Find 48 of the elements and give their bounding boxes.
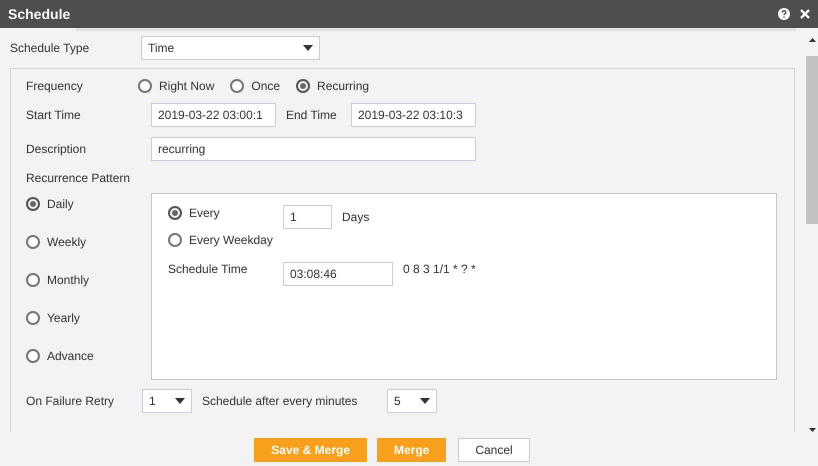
radio-icon[interactable] bbox=[168, 206, 182, 220]
unit-label: Days bbox=[342, 209, 370, 226]
radio-option[interactable]: Weekly bbox=[26, 233, 86, 251]
input-field[interactable]: 2019-03-22 03:10:3 bbox=[351, 103, 476, 127]
radio-option[interactable]: Once bbox=[230, 77, 280, 95]
caret-icon bbox=[175, 398, 185, 404]
radio-icon[interactable] bbox=[26, 349, 40, 363]
radio-option[interactable]: Yearly bbox=[26, 309, 80, 327]
close-icon[interactable] bbox=[800, 9, 810, 19]
input-field[interactable]: 1 bbox=[283, 205, 332, 229]
radio-option[interactable]: Monthly bbox=[26, 271, 90, 289]
radio-icon[interactable] bbox=[296, 79, 310, 93]
radio-icon[interactable] bbox=[26, 311, 40, 325]
radio-icon[interactable] bbox=[168, 233, 182, 247]
field-label: Schedule Type bbox=[10, 40, 90, 57]
radio-option[interactable]: Recurring bbox=[296, 77, 370, 95]
window-title: Schedule bbox=[8, 4, 72, 24]
dropdown[interactable]: 1 bbox=[142, 389, 192, 413]
input-field[interactable]: recurring bbox=[151, 137, 476, 161]
caret-icon bbox=[303, 45, 313, 51]
radio-option[interactable]: Advance bbox=[26, 347, 94, 365]
field-label: End Time bbox=[286, 107, 338, 124]
field-label: Recurrence Pattern bbox=[26, 170, 130, 187]
radio-icon[interactable] bbox=[26, 235, 40, 249]
scroll-up-icon[interactable] bbox=[808, 38, 816, 42]
input-field[interactable]: 03:08:46 bbox=[283, 262, 393, 286]
help-icon[interactable] bbox=[778, 8, 790, 20]
radio-icon[interactable] bbox=[138, 79, 152, 93]
dialog-button[interactable]: Cancel bbox=[458, 438, 530, 462]
scroll-down-icon[interactable] bbox=[808, 428, 816, 432]
field-label: Schedule Time bbox=[168, 261, 248, 278]
radio-icon[interactable] bbox=[26, 197, 40, 211]
radio-icon[interactable] bbox=[26, 273, 40, 287]
radio-option[interactable]: Right Now bbox=[138, 77, 214, 95]
radio-option[interactable]: Every Weekday bbox=[168, 231, 273, 249]
radio-icon[interactable] bbox=[230, 79, 244, 93]
dropdown[interactable]: Time bbox=[141, 36, 320, 60]
field-label: On Failure Retry bbox=[26, 393, 116, 410]
cron-expression: 0 8 3 1/1 * ? * bbox=[403, 261, 476, 278]
caret-icon bbox=[420, 398, 430, 404]
field-label: Schedule after every minutes bbox=[202, 393, 358, 410]
radio-option[interactable]: Every bbox=[168, 204, 283, 222]
dropdown[interactable]: 5 bbox=[387, 389, 437, 413]
field-label: Start Time bbox=[26, 107, 82, 124]
radio-option[interactable]: Daily bbox=[26, 195, 74, 213]
field-label: Frequency bbox=[26, 78, 84, 95]
input-field[interactable]: 2019-03-22 03:00:1 bbox=[151, 103, 276, 127]
field-label: Description bbox=[26, 141, 88, 158]
